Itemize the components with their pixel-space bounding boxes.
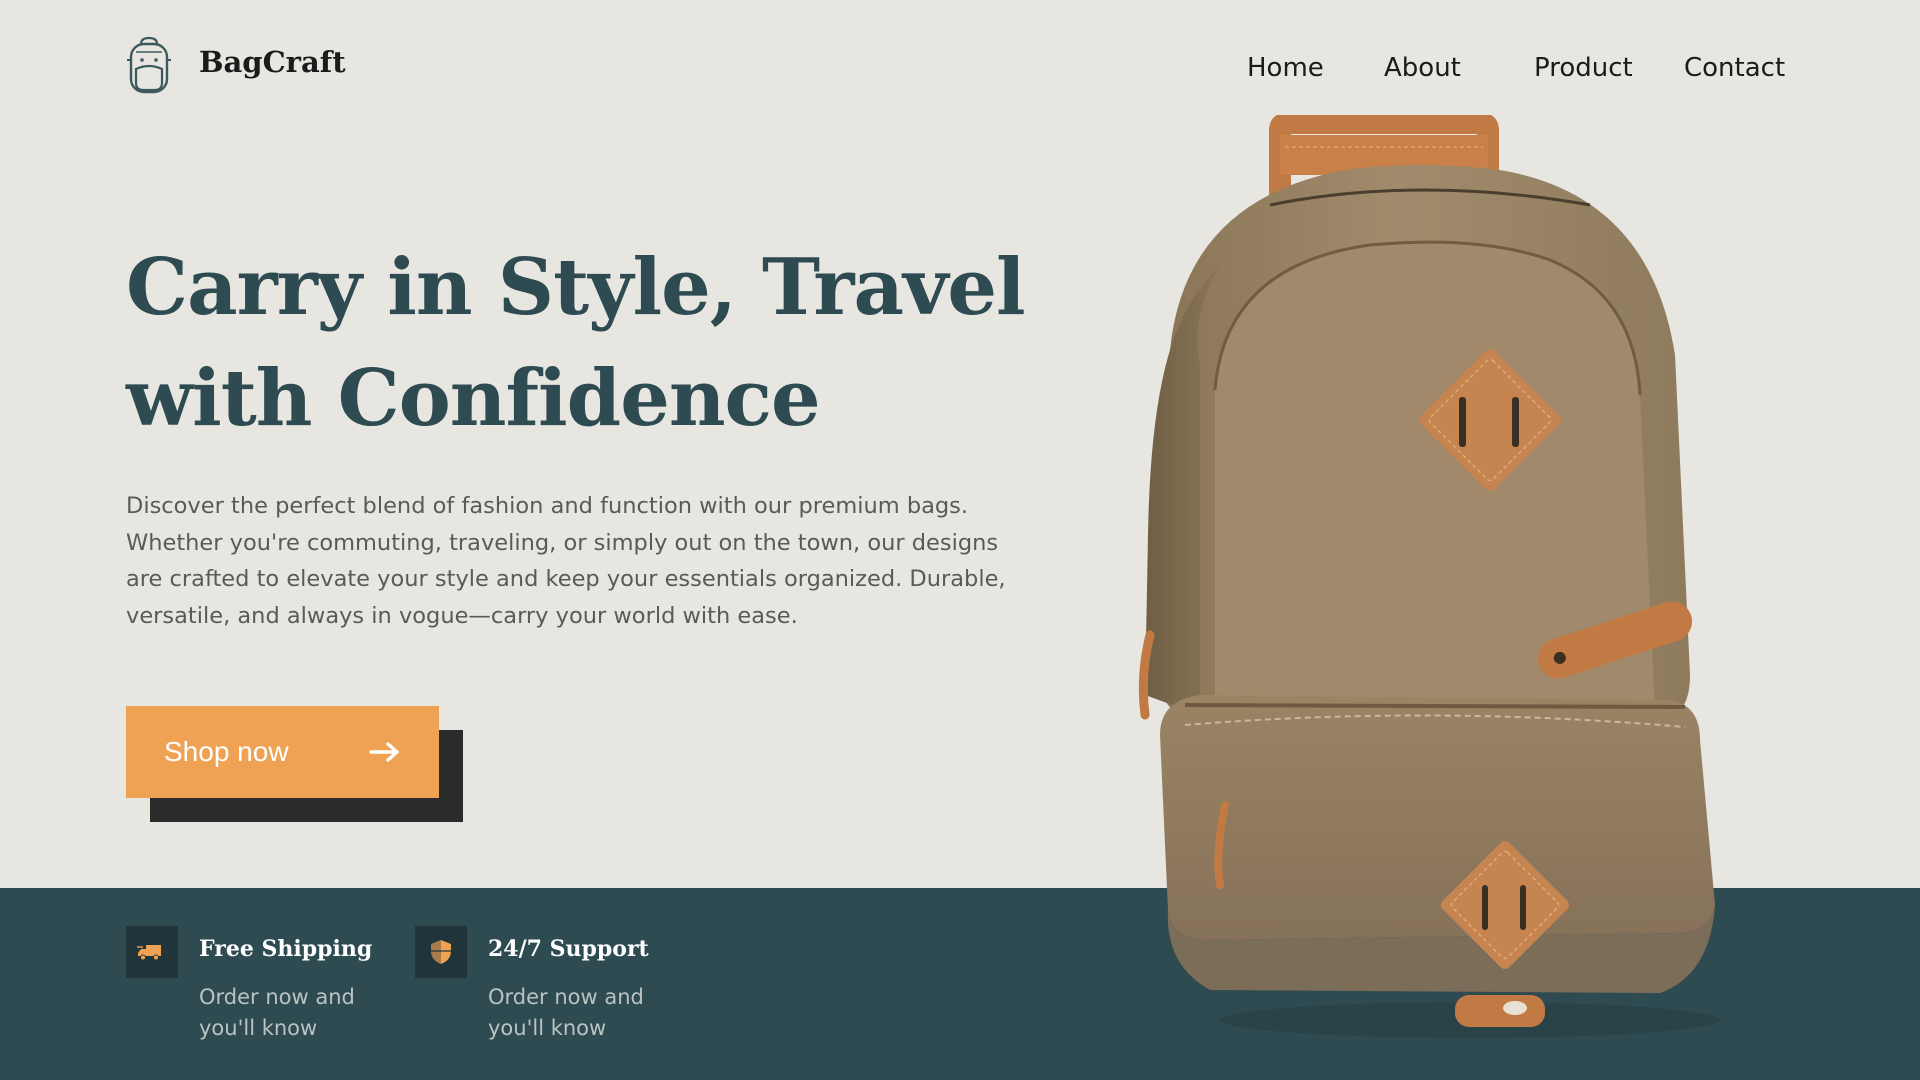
nav-contact[interactable]: Contact bbox=[1684, 53, 1785, 83]
shop-now-label: Shop now bbox=[164, 736, 289, 767]
hero-description: Discover the perfect blend of fashion an… bbox=[126, 493, 1006, 629]
arrow-right-icon bbox=[369, 742, 399, 762]
shop-now-button[interactable]: Shop now bbox=[126, 706, 439, 798]
backpack-product-image bbox=[1138, 115, 1720, 1038]
feature-title-shipping: Free Shipping bbox=[199, 936, 373, 962]
brand-name[interactable]: BagCraft bbox=[199, 45, 346, 79]
feature-text-shipping: Order now and you'll know bbox=[199, 985, 355, 1040]
shield-icon bbox=[431, 940, 451, 964]
feature-title-support: 24/7 Support bbox=[488, 936, 649, 962]
feature-icon-support bbox=[415, 926, 467, 978]
nav-about[interactable]: About bbox=[1384, 53, 1461, 83]
feature-icon-shipping bbox=[126, 926, 178, 978]
nav-home[interactable]: Home bbox=[1247, 53, 1324, 83]
hero-title: Carry in Style, Travel with Confidence bbox=[126, 242, 1026, 444]
truck-icon bbox=[137, 945, 161, 961]
backpack-logo-icon bbox=[127, 36, 171, 94]
feature-text-support: Order now and you'll know bbox=[488, 985, 644, 1040]
nav-product[interactable]: Product bbox=[1534, 53, 1633, 83]
